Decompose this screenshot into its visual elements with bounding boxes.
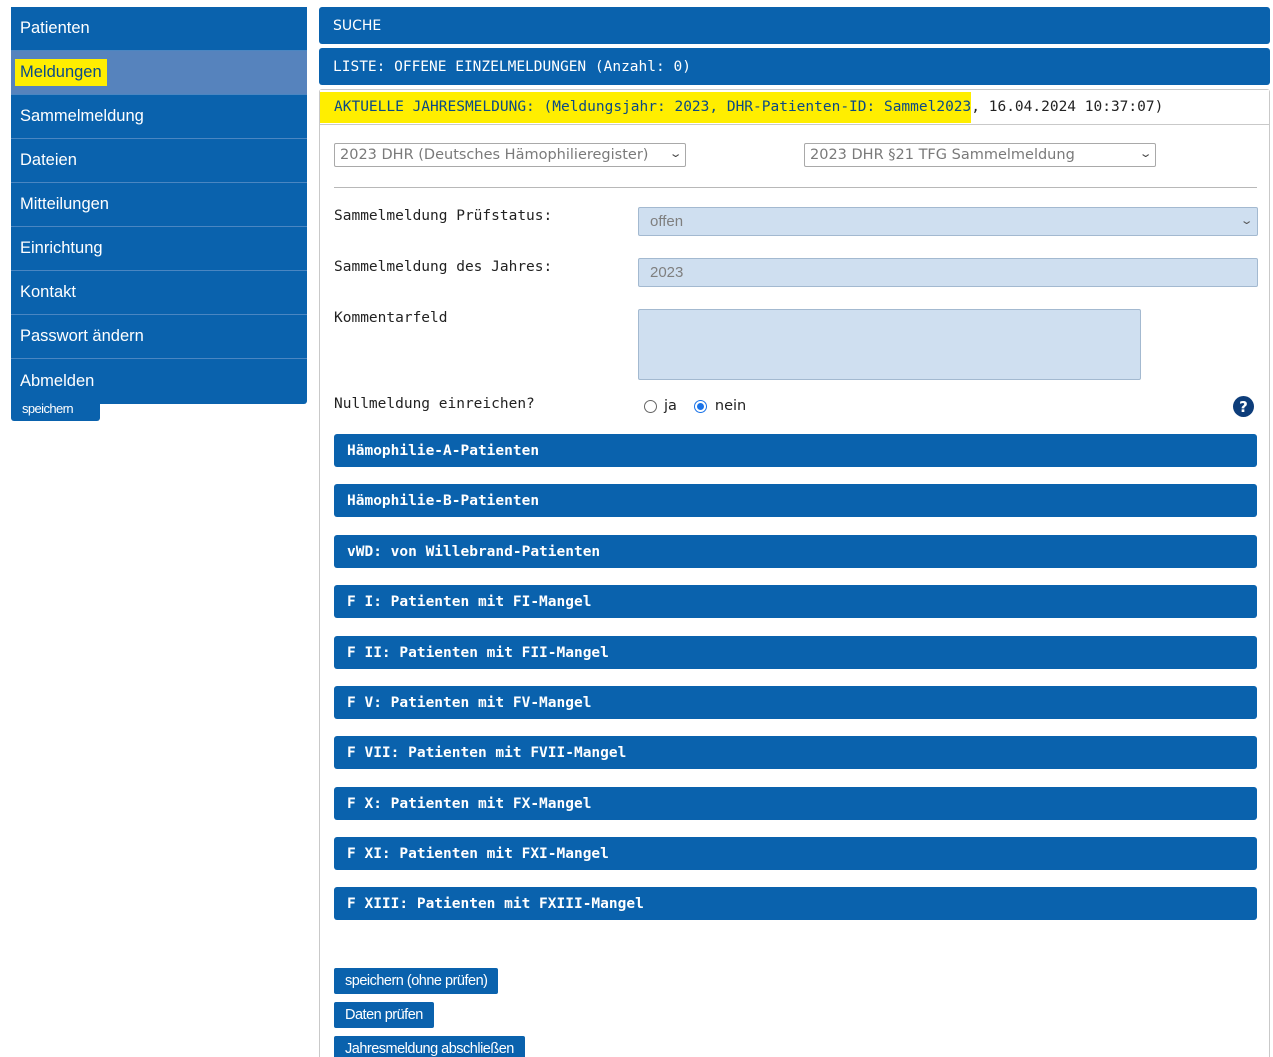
null-report-radio-group: ja nein [644,398,746,414]
sidebar-item-meldungen[interactable]: Meldungen [11,51,307,95]
sidebar-item-mitteilungen[interactable]: Mitteilungen [11,183,307,227]
chevron-down-icon: ⌄ [668,147,683,160]
register-select[interactable]: 2023 DHR (Deutsches Hämophilieregister) … [334,143,686,167]
chevron-down-icon: ⌄ [1138,147,1153,160]
check-data-button[interactable]: Daten prüfen [334,1002,434,1028]
chevron-down-icon: ⌄ [1239,215,1254,227]
sidebar-item-label: Patienten [20,19,90,37]
panel-title-highlight: AKTUELLE JAHRESMELDUNG: (Meldungsjahr: 2… [320,91,972,123]
category-bar[interactable]: F I: Patienten mit FI-Mangel [334,585,1257,618]
panel-title: AKTUELLE JAHRESMELDUNG: (Meldungsjahr: 2… [320,90,1269,125]
status-label: Sammelmeldung Prüfstatus: [334,208,553,224]
main-content: SUCHE LISTE: OFFENE EINZELMELDUNGEN (Anz… [319,7,1270,1057]
status-select[interactable]: offen ⌄ [638,207,1258,236]
category-bar[interactable]: Hämophilie-A-Patienten [334,434,1257,467]
sidebar-item-patienten[interactable]: Patienten [11,7,307,51]
year-field-value: 2023 [650,264,684,281]
category-bar[interactable]: F XIII: Patienten mit FXIII-Mangel [334,887,1257,920]
category-bar[interactable]: Hämophilie-B-Patienten [334,484,1257,517]
category-bar[interactable]: F II: Patienten mit FII-Mangel [334,636,1257,669]
divider [334,187,1257,188]
report-type-select[interactable]: 2023 DHR §21 TFG Sammelmeldung ⌄ [804,143,1156,167]
category-bar[interactable]: F VII: Patienten mit FVII-Mangel [334,736,1257,769]
null-report-no-label: nein [714,398,747,414]
null-report-yes-radio[interactable] [644,399,657,413]
comment-label: Kommentarfeld [334,310,448,326]
year-field[interactable]: 2023 [638,258,1258,287]
sidebar-save-button[interactable]: speichern [11,400,100,421]
annual-report-panel: AKTUELLE JAHRESMELDUNG: (Meldungsjahr: 2… [319,89,1270,1057]
sidebar-item-label: Dateien [20,151,77,169]
null-report-yes-label: ja [664,398,677,414]
year-label: Sammelmeldung des Jahres: [334,259,553,275]
sidebar-item-passwort-aendern[interactable]: Passwort ändern [11,315,307,359]
sidebar-item-einrichtung[interactable]: Einrichtung [11,227,307,271]
sidebar-item-sammelmeldung[interactable]: Sammelmeldung [11,95,307,139]
category-bar[interactable]: F V: Patienten mit FV-Mangel [334,686,1257,719]
null-report-no-radio[interactable] [693,399,707,413]
sidebar-item-dateien[interactable]: Dateien [11,139,307,183]
sidebar-item-label: Meldungen [15,59,107,86]
sidebar-item-label: Einrichtung [20,239,103,257]
save-without-check-button[interactable]: speichern (ohne prüfen) [334,968,499,994]
sidebar-item-label: Kontakt [20,283,76,301]
register-select-value: 2023 DHR (Deutsches Hämophilieregister) [340,147,649,163]
status-select-value: offen [650,213,684,230]
sidebar-item-abmelden[interactable]: Abmelden [11,359,307,404]
open-reports-list-bar[interactable]: LISTE: OFFENE EINZELMELDUNGEN (Anzahl: 0… [319,48,1270,85]
category-bar[interactable]: vWD: von Willebrand-Patienten [334,535,1257,568]
comment-textarea[interactable] [638,309,1141,380]
finish-annual-report-button[interactable]: Jahresmeldung abschließen [334,1036,525,1057]
category-bar[interactable]: F XI: Patienten mit FXI-Mangel [334,837,1257,870]
panel-title-timestamp: , 16.04.2024 10:37:07) [971,99,1164,115]
sidebar-item-label: Passwort ändern [20,327,144,345]
sidebar-nav: Patienten Meldungen Sammelmeldung Dateie… [11,7,307,421]
null-report-label: Nullmeldung einreichen? [334,396,535,412]
sidebar-item-label: Mitteilungen [20,195,109,213]
category-bar[interactable]: F X: Patienten mit FX-Mangel [334,787,1257,820]
report-type-select-value: 2023 DHR §21 TFG Sammelmeldung [810,147,1075,163]
sidebar-item-kontakt[interactable]: Kontakt [11,271,307,315]
help-icon[interactable]: ? [1233,396,1254,417]
sidebar-item-label: Sammelmeldung [20,107,144,125]
sidebar-item-label: Abmelden [20,372,95,390]
search-bar[interactable]: SUCHE [319,7,1270,44]
